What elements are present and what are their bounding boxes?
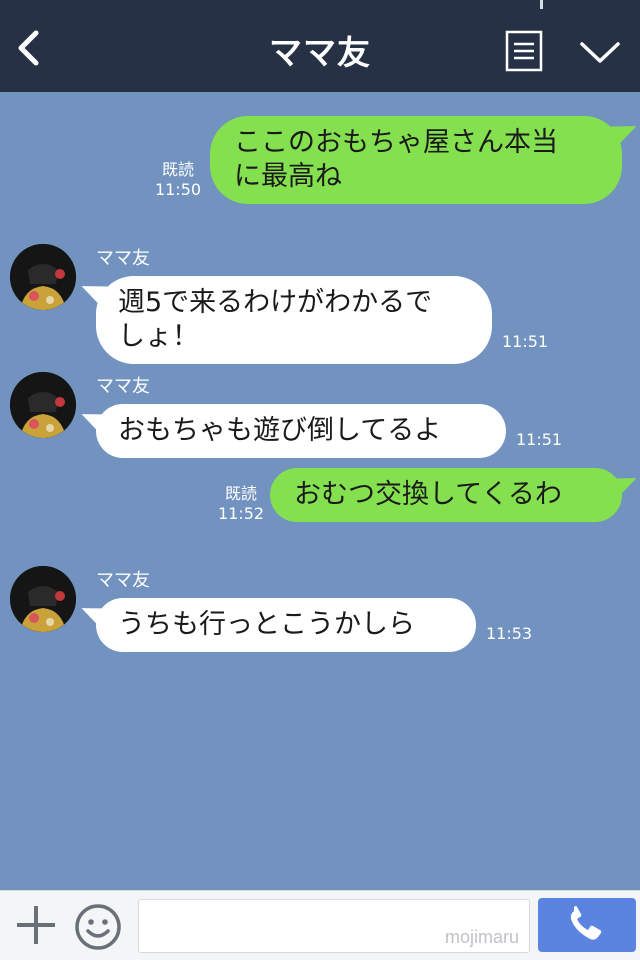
message-text-line: おむつ交換してくるわ: [294, 479, 562, 510]
message-text-line: に最高ね: [234, 161, 342, 192]
chevron-down-icon: [580, 42, 620, 63]
avatar-image: [10, 372, 76, 438]
phone-icon: [570, 906, 602, 940]
chat-area[interactable]: 既読 11:50 ここのおもちゃ屋さん本当 に最高ね ママ友 週5で来るわけがわ…: [0, 92, 640, 890]
read-label: 既読: [224, 484, 257, 503]
read-label: 既読: [161, 160, 194, 179]
message-time: 11:53: [486, 624, 533, 643]
add-button[interactable]: [14, 903, 58, 947]
chat-header: ママ友: [0, 0, 640, 92]
incoming-message-bubble[interactable]: おもちゃも遊び倒してるよ: [96, 404, 506, 458]
avatar[interactable]: [10, 566, 76, 632]
menu-list-icon: [505, 30, 543, 72]
outgoing-message-bubble[interactable]: おむつ交換してくるわ: [270, 468, 622, 522]
message-text-line: おもちゃも遊び倒してるよ: [118, 415, 442, 446]
watermark: mojimaru: [444, 927, 519, 947]
collapse-button[interactable]: [574, 30, 626, 74]
message-time: 11:50: [154, 180, 202, 199]
outgoing-message-bubble[interactable]: ここのおもちゃ屋さん本当 に最高ね: [210, 116, 622, 204]
message-time: 11:52: [217, 504, 265, 523]
message-meta: 既読 11:50: [152, 160, 204, 200]
input-bar: mojimaru: [0, 890, 640, 960]
emoji-button[interactable]: [74, 903, 122, 951]
avatar-image: [10, 244, 76, 310]
avatar[interactable]: [10, 244, 76, 310]
status-indicator: [540, 0, 543, 9]
avatar[interactable]: [10, 372, 76, 438]
incoming-message-bubble[interactable]: うちも行っとこうかしら: [96, 598, 476, 652]
avatar-image: [10, 566, 76, 632]
call-button[interactable]: [538, 898, 636, 952]
sender-name: ママ友: [96, 248, 150, 269]
plus-icon: [17, 906, 55, 944]
smiley-icon: [75, 904, 121, 950]
message-input[interactable]: mojimaru: [138, 899, 530, 953]
incoming-message-bubble[interactable]: 週5で来るわけがわかるで しょ！: [96, 276, 492, 364]
message-meta: 既読 11:52: [214, 484, 268, 524]
message-text-line: 週5で来るわけがわかるで: [118, 287, 433, 318]
message-text-line: うちも行っとこうかしら: [118, 609, 415, 640]
menu-button[interactable]: [502, 28, 546, 76]
message-text-line: しょ！: [118, 321, 199, 352]
message-text-line: ここのおもちゃ屋さん本当: [234, 127, 558, 158]
sender-name: ママ友: [96, 570, 150, 591]
message-time: 11:51: [516, 430, 563, 449]
message-time: 11:51: [502, 332, 549, 351]
sender-name: ママ友: [96, 376, 150, 397]
